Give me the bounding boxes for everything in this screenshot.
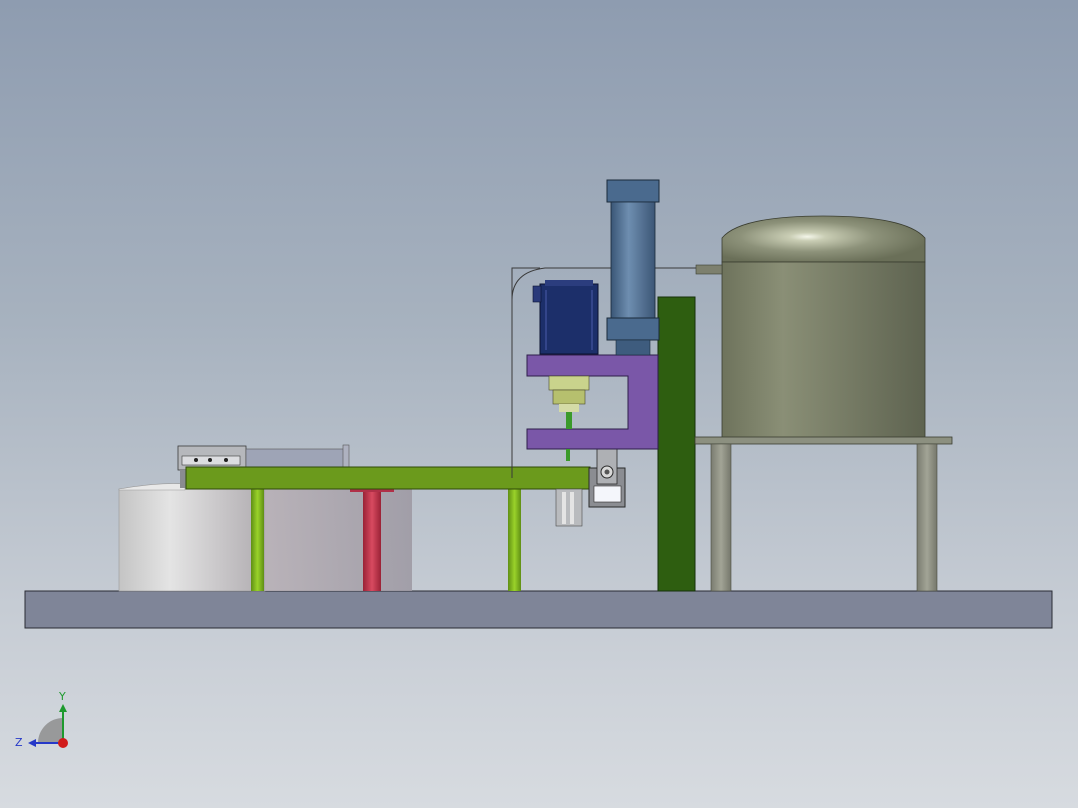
table-leg-right[interactable] (508, 489, 521, 591)
pneumatic-cylinder[interactable] (606, 179, 660, 356)
triad-z-label: Z (15, 736, 23, 749)
storage-tank[interactable] (694, 215, 953, 592)
linear-guide-block[interactable] (555, 488, 583, 527)
base-plate[interactable] (24, 590, 1053, 629)
servo-motor[interactable] (532, 280, 599, 355)
triad-y-label: Y (58, 690, 66, 703)
coordinate-triad: Y Z (15, 690, 68, 749)
vertical-column[interactable] (657, 296, 696, 592)
triad-arc-icon (38, 718, 63, 743)
c-bracket[interactable] (526, 354, 659, 450)
assembly-model[interactable]: Y Z (0, 0, 1078, 808)
table-top[interactable] (185, 466, 591, 490)
nozzle-holder[interactable] (588, 445, 626, 508)
cad-viewport[interactable]: Y Z (0, 0, 1078, 808)
red-support-post[interactable] (363, 489, 381, 591)
table-leg-left[interactable] (251, 489, 264, 591)
